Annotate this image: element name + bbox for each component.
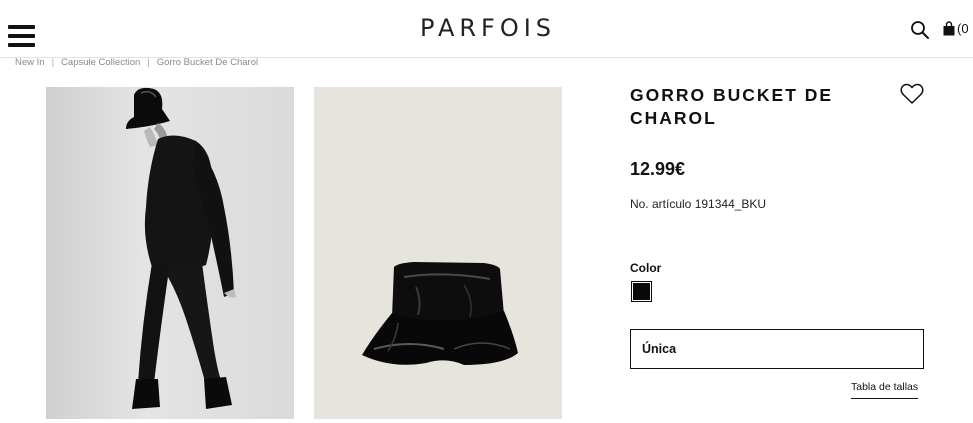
- cart-button[interactable]: (0: [943, 18, 969, 38]
- search-icon[interactable]: [910, 20, 930, 40]
- breadcrumb-separator: |: [51, 57, 55, 68]
- product-price: 12.99€: [630, 159, 686, 179]
- parfois-logo[interactable]: PARFOIS: [420, 14, 554, 42]
- hamburger-menu-icon[interactable]: [8, 25, 35, 47]
- breadcrumb-separator: |: [147, 57, 150, 68]
- breadcrumb: New In | Capsule Collection | Gorro Buck…: [15, 57, 258, 68]
- article-number: No. artículo 191344_BKU: [630, 197, 767, 211]
- size-value: Única: [642, 342, 677, 356]
- size-guide-link[interactable]: Tabla de tallas: [851, 381, 919, 399]
- color-swatch-black[interactable]: [631, 281, 652, 302]
- color-label: Color: [630, 261, 662, 275]
- product-title: GORRO BUCKET DE CHAROL: [630, 85, 834, 128]
- product-image-model[interactable]: [46, 87, 294, 419]
- site-header: PARFOIS (0: [0, 0, 973, 58]
- breadcrumb-new-in[interactable]: New In: [15, 57, 45, 68]
- breadcrumb-current[interactable]: Gorro Bucket De Charol: [157, 57, 258, 68]
- cart-count: (0: [957, 20, 969, 36]
- product-image-hat[interactable]: [314, 87, 562, 419]
- heart-icon[interactable]: [900, 83, 924, 105]
- breadcrumb-capsule-collection[interactable]: Capsule Collection: [61, 57, 140, 68]
- size-selector[interactable]: Única: [630, 329, 924, 369]
- shopping-bag-icon: [943, 20, 955, 35]
